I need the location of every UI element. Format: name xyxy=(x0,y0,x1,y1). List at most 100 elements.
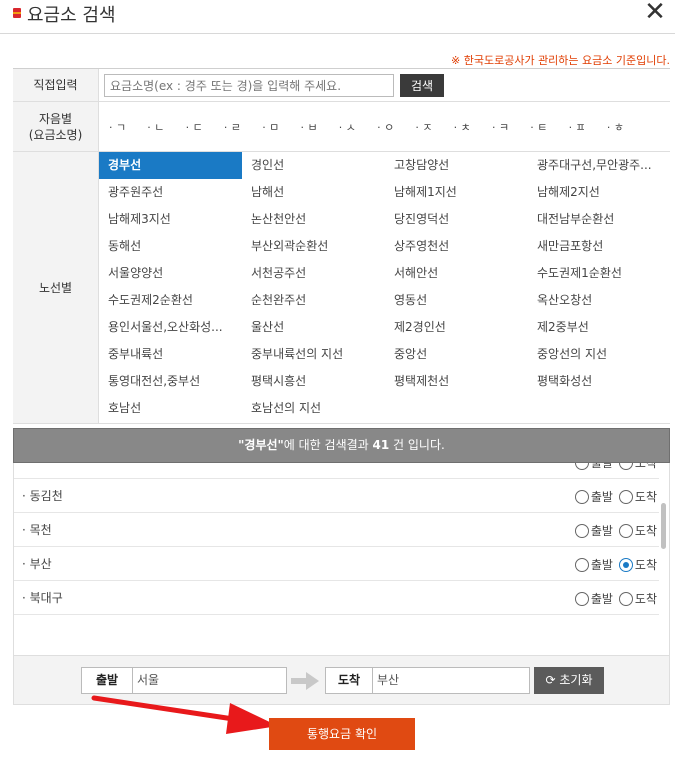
search-button[interactable]: 검색 xyxy=(400,74,444,97)
arrow-right-icon xyxy=(291,672,319,690)
route-item[interactable]: 남해제2지선 xyxy=(528,179,670,206)
route-item[interactable]: 경부선 xyxy=(99,152,242,179)
route-item[interactable]: 남해제1지선 xyxy=(385,179,528,206)
consonant-filter-1[interactable]: · ㄱ xyxy=(109,119,147,135)
route-item[interactable]: 평택화성선 xyxy=(528,368,670,395)
consonant-filter-13[interactable]: · ㅍ xyxy=(569,119,607,135)
route-row: 노선별 경부선 경인선 고창담양선 광주대구선,무안광주... 광주원주선 남해선 남해제1… xyxy=(13,152,670,424)
route-item[interactable]: 수도권제1순환선 xyxy=(528,260,670,287)
route-item[interactable]: 서천공주선 xyxy=(242,260,385,287)
arrive-radio[interactable]: 도착 xyxy=(618,488,657,505)
arrive-radio-dot[interactable] xyxy=(618,557,633,572)
consonant-filter-6[interactable]: · ㅂ xyxy=(300,119,338,135)
route-item[interactable]: 순천완주선 xyxy=(242,287,385,314)
route-item[interactable]: 광주원주선 xyxy=(99,179,242,206)
route-item[interactable]: 옥산오창선 xyxy=(528,287,670,314)
arrive-radio[interactable]: 도착 xyxy=(618,556,657,573)
confirm-toll-button[interactable]: 통행요금 확인 xyxy=(269,718,415,750)
route-item[interactable]: 중앙선 xyxy=(385,341,528,368)
consonant-filter-9[interactable]: · ㅈ xyxy=(415,119,453,135)
tollgate-list[interactable]: · 출발도착· 동김천출발도착· 목천출발도착· 부산출발도착· 북대구출발도착 xyxy=(13,463,670,655)
consonant-label: 자음별 (요금소명) xyxy=(13,102,99,151)
consonant-filter-8[interactable]: · ㅇ xyxy=(377,119,415,135)
tollgate-name: · 목천 xyxy=(22,523,52,537)
consonant-filter-14[interactable]: · ㅎ xyxy=(607,119,645,135)
depart-radio-dot[interactable] xyxy=(574,489,589,504)
result-suffix: 건 입니다. xyxy=(389,438,445,452)
route-item[interactable]: 대전남부순환선 xyxy=(528,206,670,233)
route-item[interactable]: 남해제3지선 xyxy=(99,206,242,233)
depart-radio-dot[interactable] xyxy=(574,523,589,538)
tollgate-name: · 북대구 xyxy=(22,591,63,605)
route-item[interactable]: 중부내륙선의 지선 xyxy=(242,341,385,368)
arrive-field[interactable]: 부산 xyxy=(373,667,530,694)
route-item[interactable]: 서울양양선 xyxy=(99,260,242,287)
notice-text: ※ 한국도로공사가 관리하는 요금소 기준입니다. xyxy=(451,54,670,67)
tollgate-radio-group: 출발 도착 xyxy=(569,522,657,539)
consonant-filter-2[interactable]: · ㄴ xyxy=(147,119,185,135)
route-item[interactable]: 부산외곽순환선 xyxy=(242,233,385,260)
arrive-radio-dot[interactable] xyxy=(618,489,633,504)
route-item[interactable]: 평택제천선 xyxy=(385,368,528,395)
depart-radio[interactable]: 출발 xyxy=(574,488,613,505)
depart-radio-dot[interactable] xyxy=(574,591,589,606)
route-item[interactable]: 제2경인선 xyxy=(385,314,528,341)
depart-radio[interactable]: 출발 xyxy=(574,590,613,607)
route-item[interactable]: 수도권제2순환선 xyxy=(99,287,242,314)
route-item[interactable]: 제2중부선 xyxy=(528,314,670,341)
depart-radio-label: 출발 xyxy=(590,463,613,470)
route-item[interactable]: 당진영덕선 xyxy=(385,206,528,233)
direct-input-label: 직접입력 xyxy=(13,69,99,101)
depart-radio[interactable]: 출발 xyxy=(574,556,613,573)
direct-input-row: 직접입력 검색 xyxy=(13,69,670,102)
arrive-radio[interactable]: 도착 xyxy=(618,522,657,539)
reset-button[interactable]: ⟳ 초기화 xyxy=(534,667,604,694)
route-item[interactable]: 새만금포항선 xyxy=(528,233,670,260)
arrive-radio-dot[interactable] xyxy=(618,463,633,470)
route-item[interactable]: 중부내륙선 xyxy=(99,341,242,368)
route-item[interactable]: 중앙선의 지선 xyxy=(528,341,670,368)
arrive-radio[interactable]: 도착 xyxy=(618,590,657,607)
arrive-radio-dot[interactable] xyxy=(618,591,633,606)
list-scrollbar[interactable] xyxy=(661,503,666,549)
route-item[interactable]: 서해안선 xyxy=(385,260,528,287)
route-item[interactable]: 남해선 xyxy=(242,179,385,206)
consonant-filter-4[interactable]: · ㄹ xyxy=(224,119,262,135)
result-summary: "경부선"에 대한 검색결과 41 건 입니다. xyxy=(13,428,670,463)
route-item[interactable]: 울산선 xyxy=(242,314,385,341)
route-item[interactable]: 경인선 xyxy=(242,152,385,179)
tollgate-search-input[interactable] xyxy=(104,74,394,97)
consonant-filter-3[interactable]: · ㄷ xyxy=(186,119,224,135)
route-item[interactable]: 동해선 xyxy=(99,233,242,260)
title-logo-icon xyxy=(13,8,21,18)
tollgate-name: · 부산 xyxy=(22,557,52,571)
route-item[interactable]: 평택시흥선 xyxy=(242,368,385,395)
route-item[interactable]: 용인서울선,오산화성... xyxy=(99,314,242,341)
consonant-row: 자음별 (요금소명) · ㄱ · ㄴ · ㄷ · ㄹ · ㅁ · ㅂ · ㅅ · ㅇ · ㅈ · … xyxy=(13,102,670,152)
route-item[interactable]: 고창담양선 xyxy=(385,152,528,179)
consonant-label-line2: (요금소명) xyxy=(28,127,83,142)
consonant-filter-5[interactable]: · ㅁ xyxy=(262,119,300,135)
route-item[interactable]: 논산천안선 xyxy=(242,206,385,233)
route-item[interactable]: 광주대구선,무안광주... xyxy=(528,152,670,179)
arrive-radio-label: 도착 xyxy=(634,558,657,572)
result-middle: 에 대한 검색결과 xyxy=(283,438,373,452)
arrive-radio-dot[interactable] xyxy=(618,523,633,538)
arrive-radio[interactable]: 도착 xyxy=(618,463,657,471)
consonant-filter-11[interactable]: · ㅋ xyxy=(492,119,530,135)
depart-radio[interactable]: 출발 xyxy=(574,522,613,539)
route-item[interactable]: 호남선 xyxy=(99,395,242,422)
route-item[interactable]: 통영대전선,중부선 xyxy=(99,368,242,395)
consonant-filter-10[interactable]: · ㅊ xyxy=(454,119,492,135)
tollgate-radio-group: 출발 도착 xyxy=(569,463,657,471)
route-item[interactable]: 상주영천선 xyxy=(385,233,528,260)
close-icon[interactable]: ✕ xyxy=(643,0,667,25)
route-item[interactable]: 영동선 xyxy=(385,287,528,314)
route-item[interactable]: 호남선의 지선 xyxy=(242,395,385,422)
depart-radio-dot[interactable] xyxy=(574,557,589,572)
depart-radio[interactable]: 출발 xyxy=(574,463,613,471)
consonant-filter-7[interactable]: · ㅅ xyxy=(339,119,377,135)
consonant-filter-12[interactable]: · ㅌ xyxy=(530,119,568,135)
search-table: 직접입력 검색 자음별 (요금소명) · ㄱ· ㄴ· ㄷ· ㄹ· ㅁ· ㅂ· ㅅ… xyxy=(13,68,670,424)
depart-radio-dot[interactable] xyxy=(574,463,589,470)
